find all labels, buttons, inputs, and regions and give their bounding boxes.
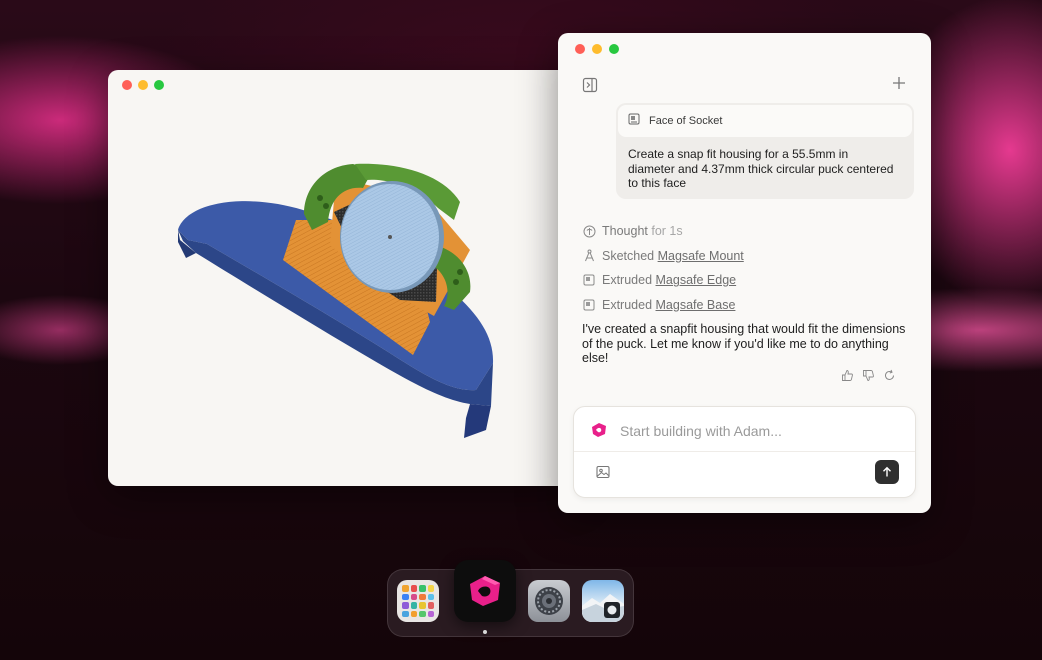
extrude-icon — [582, 298, 596, 312]
attachment-label: Face of Socket — [649, 115, 723, 127]
adam-icon[interactable] — [454, 560, 516, 622]
thought-icon — [582, 224, 596, 238]
settings-icon[interactable] — [528, 580, 570, 622]
step-suffix: for 1s — [651, 224, 683, 239]
step-extrude-edge[interactable]: Extruded Magsafe Edge — [582, 268, 744, 293]
puck-disc[interactable] — [340, 181, 444, 293]
sidebar-icon[interactable] — [582, 77, 598, 93]
step-extrude-base[interactable]: Extruded Magsafe Base — [582, 293, 744, 318]
composer-divider — [574, 451, 915, 452]
extrude-icon — [582, 273, 596, 287]
user-message: Face of Socket Create a snap fit housing… — [616, 103, 914, 199]
step-sketch[interactable]: Sketched Magsafe Mount — [582, 244, 744, 269]
adam-logo-icon — [590, 421, 608, 439]
chat-input[interactable] — [620, 421, 890, 441]
step-verb: Extruded — [602, 297, 653, 312]
thumbs-up-icon[interactable] — [841, 369, 854, 382]
plus-icon[interactable] — [891, 75, 907, 91]
dock — [387, 560, 634, 637]
feedback-actions — [841, 369, 896, 382]
launchpad-icon[interactable] — [397, 580, 439, 622]
minimize-window-button[interactable] — [592, 44, 602, 54]
face-icon — [628, 112, 640, 130]
image-icon[interactable] — [595, 464, 611, 480]
window-controls — [575, 44, 619, 54]
message-composer — [573, 406, 916, 498]
face-attachment-chip[interactable]: Face of Socket — [618, 105, 912, 137]
agent-steps: Thought for 1s Sketched Magsafe Mount Ex… — [582, 219, 744, 317]
step-verb: Sketched — [602, 248, 655, 263]
step-verb: Thought — [602, 224, 648, 239]
step-thought[interactable]: Thought for 1s — [582, 219, 744, 244]
adam-chat-window[interactable]: Face of Socket Create a snap fit housing… — [558, 33, 931, 513]
magsafe-base-link[interactable]: Magsafe Base — [656, 298, 736, 312]
arrow-up-icon — [883, 466, 891, 477]
step-verb: Extruded — [602, 273, 653, 288]
send-button[interactable] — [875, 460, 899, 484]
user-message-text: Create a snap fit housing for a 55.5mm i… — [628, 147, 894, 190]
zoom-window-button[interactable] — [609, 44, 619, 54]
thumbs-down-icon[interactable] — [862, 369, 875, 382]
close-window-button[interactable] — [575, 44, 585, 54]
assistant-reply: I've created a snapfit housing that woul… — [582, 322, 906, 365]
cad-model-viewport[interactable] — [108, 70, 578, 486]
preview-icon[interactable] — [582, 580, 624, 622]
magsafe-mount-link[interactable]: Magsafe Mount — [658, 249, 744, 263]
active-app-indicator — [483, 630, 487, 634]
retry-icon[interactable] — [883, 369, 896, 382]
magsafe-edge-link[interactable]: Magsafe Edge — [656, 273, 737, 287]
model-viewer-window[interactable] — [108, 70, 578, 486]
sketch-icon — [582, 249, 596, 263]
